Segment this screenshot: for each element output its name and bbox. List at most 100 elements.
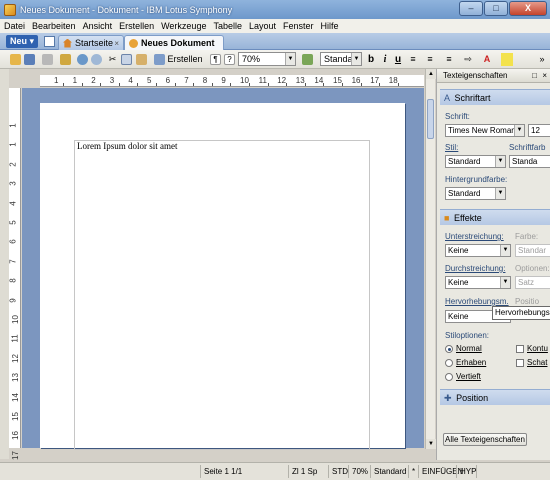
cut-icon[interactable]: ✂ <box>107 53 118 66</box>
ruler-number: 7 <box>8 259 18 264</box>
font-style-select[interactable]: Standard ▼ <box>445 155 506 168</box>
status-hyp[interactable]: HYP <box>456 465 476 478</box>
paragraph-marks-icon[interactable]: ¶ <box>210 54 221 65</box>
scroll-up-icon[interactable]: ▲ <box>426 69 436 79</box>
status-mode[interactable]: STD <box>328 465 348 478</box>
underline-color-label: Farbe: <box>515 232 539 241</box>
ruler-number: 12 <box>277 76 287 85</box>
text-color-icon[interactable]: A <box>481 53 493 66</box>
underline-button[interactable]: u <box>393 53 403 66</box>
radio-raised[interactable] <box>445 359 453 367</box>
ruler-tick <box>304 83 306 86</box>
menu-tabelle[interactable]: Tabelle <box>213 21 242 31</box>
radio-normal[interactable] <box>445 345 453 353</box>
zoom-combo[interactable]: 70% ▼ <box>238 52 296 66</box>
underline-label: Unterstreichung: <box>445 232 504 241</box>
font-name-select[interactable]: Times New Roman ▼ <box>445 124 525 137</box>
section-font[interactable]: A Schriftart <box>440 89 550 105</box>
format-painter-icon[interactable] <box>302 54 313 65</box>
strikethrough-options-select[interactable]: Satz <box>515 276 550 289</box>
strikethrough-select[interactable]: Keine ▼ <box>445 276 511 289</box>
all-text-properties-button[interactable]: Alle Texteigenschaften <box>443 433 527 446</box>
print-icon[interactable] <box>42 54 53 65</box>
underline-color-select[interactable]: Standar <box>515 244 550 257</box>
more-icon[interactable]: » <box>538 53 546 66</box>
scroll-down-icon[interactable]: ▼ <box>426 439 436 449</box>
menu-datei[interactable]: Datei <box>4 21 25 31</box>
ruler-number: 6 <box>165 76 171 85</box>
ruler-tick <box>63 83 64 86</box>
menu-erstellen[interactable]: Erstellen <box>119 21 154 31</box>
section-effects[interactable]: ■ Effekte <box>440 209 550 225</box>
open-folder-icon[interactable] <box>10 54 21 65</box>
bullets-icon[interactable]: ≡ <box>424 53 436 66</box>
tab-startseite[interactable]: Startseite × <box>58 35 124 50</box>
bold-button[interactable]: b <box>366 53 376 66</box>
menu-hilfe[interactable]: Hilfe <box>321 21 339 31</box>
vertical-ruler[interactable]: 1 1 2 3 4 5 6 7 8 9 10 11 12 13 14 15 16 17 <box>8 88 21 460</box>
ruler-number: 3 <box>109 76 115 85</box>
close-tab-icon[interactable]: × <box>114 39 119 48</box>
underline-select[interactable]: Keine ▼ <box>445 244 511 257</box>
font-size-select[interactable]: 12 <box>528 124 550 137</box>
checkbox-outline[interactable] <box>516 345 524 353</box>
radio-sunken[interactable] <box>445 373 453 381</box>
radio-sunken-label: Vertieft <box>456 372 481 381</box>
paragraph-style-combo[interactable]: Standard ▼ <box>320 52 362 66</box>
tab-bar: Neu ▾ Startseite × Neues Dokument <box>0 33 550 50</box>
ruler-number: 5 <box>8 220 18 225</box>
redo-icon[interactable] <box>91 54 102 65</box>
background-color-select[interactable]: Standard ▼ <box>445 187 506 200</box>
menu-werkzeuge[interactable]: Werkzeuge <box>161 21 206 31</box>
save-icon[interactable] <box>24 54 35 65</box>
sidebar-header: Texteigenschaften □ × <box>437 69 550 83</box>
section-position[interactable]: ✚ Position <box>440 389 550 405</box>
ruler-tick <box>323 83 325 86</box>
indent-icon[interactable]: ⇨ <box>462 53 474 66</box>
ruler-tick <box>379 83 381 86</box>
menu-ansicht[interactable]: Ansicht <box>83 21 113 31</box>
copy-icon[interactable] <box>121 54 132 65</box>
ruler-number: 9 <box>8 297 18 303</box>
horizontal-ruler[interactable]: 1 1 2 3 4 5 6 7 8 9 10 11 12 13 14 15 16 17 18 <box>40 75 424 87</box>
ruler-number: 15 <box>333 76 342 85</box>
font-color-select[interactable]: Standa <box>509 155 550 168</box>
help-icon[interactable]: ? <box>224 54 235 65</box>
ruler-number: 11 <box>258 76 267 85</box>
align-left-icon[interactable]: ≡ <box>407 53 419 66</box>
toolbar: ✂ Erstellen ¶ ? 70% ▼ Standard ▼ b i u ≡… <box>0 50 550 69</box>
vertical-scrollbar[interactable]: ▲ ▼ <box>425 69 436 449</box>
ruler-number: 8 <box>202 76 208 85</box>
window-list-icon[interactable] <box>44 36 55 47</box>
tab-neues-dokument[interactable]: Neues Dokument <box>124 35 224 50</box>
menu-fenster[interactable]: Fenster <box>283 21 314 31</box>
menu-layout[interactable]: Layout <box>249 21 276 31</box>
ruler-tick <box>286 83 288 86</box>
chevron-down-icon: ▼ <box>495 188 505 199</box>
chevron-down-icon: ▼ <box>351 53 361 65</box>
document-page[interactable]: Lorem Ipsum dolor sit amet <box>40 103 405 450</box>
menu-bearbeiten[interactable]: Bearbeiten <box>32 21 76 31</box>
close-icon[interactable]: × <box>542 69 547 83</box>
checkbox-shadow[interactable] <box>516 359 524 367</box>
ruler-number: 4 <box>8 200 18 206</box>
close-button[interactable]: X <box>509 1 547 16</box>
spellcheck-icon[interactable] <box>60 54 71 65</box>
document-text[interactable]: Lorem Ipsum dolor sit amet <box>77 141 177 151</box>
ruler-tick <box>342 83 343 86</box>
paste-icon[interactable] <box>136 54 147 65</box>
highlight-icon[interactable] <box>501 53 513 66</box>
status-insert[interactable]: EINFÜGEN <box>418 465 463 478</box>
undo-icon[interactable] <box>77 54 88 65</box>
scrollbar-thumb[interactable] <box>427 99 434 139</box>
status-zoom[interactable]: 70% <box>348 465 370 478</box>
pin-icon[interactable]: □ <box>532 69 537 83</box>
create-button[interactable]: Erstellen <box>166 53 204 66</box>
minimize-button[interactable]: – <box>459 1 483 16</box>
numbering-icon[interactable]: ≡ <box>443 53 455 66</box>
ruler-number: 1 <box>54 76 59 85</box>
properties-sidebar: Texteigenschaften □ × A Schriftart Schri… <box>436 69 550 460</box>
maximize-button[interactable]: □ <box>484 1 508 16</box>
italic-button[interactable]: i <box>380 53 390 66</box>
new-button[interactable]: Neu ▾ <box>6 35 39 48</box>
